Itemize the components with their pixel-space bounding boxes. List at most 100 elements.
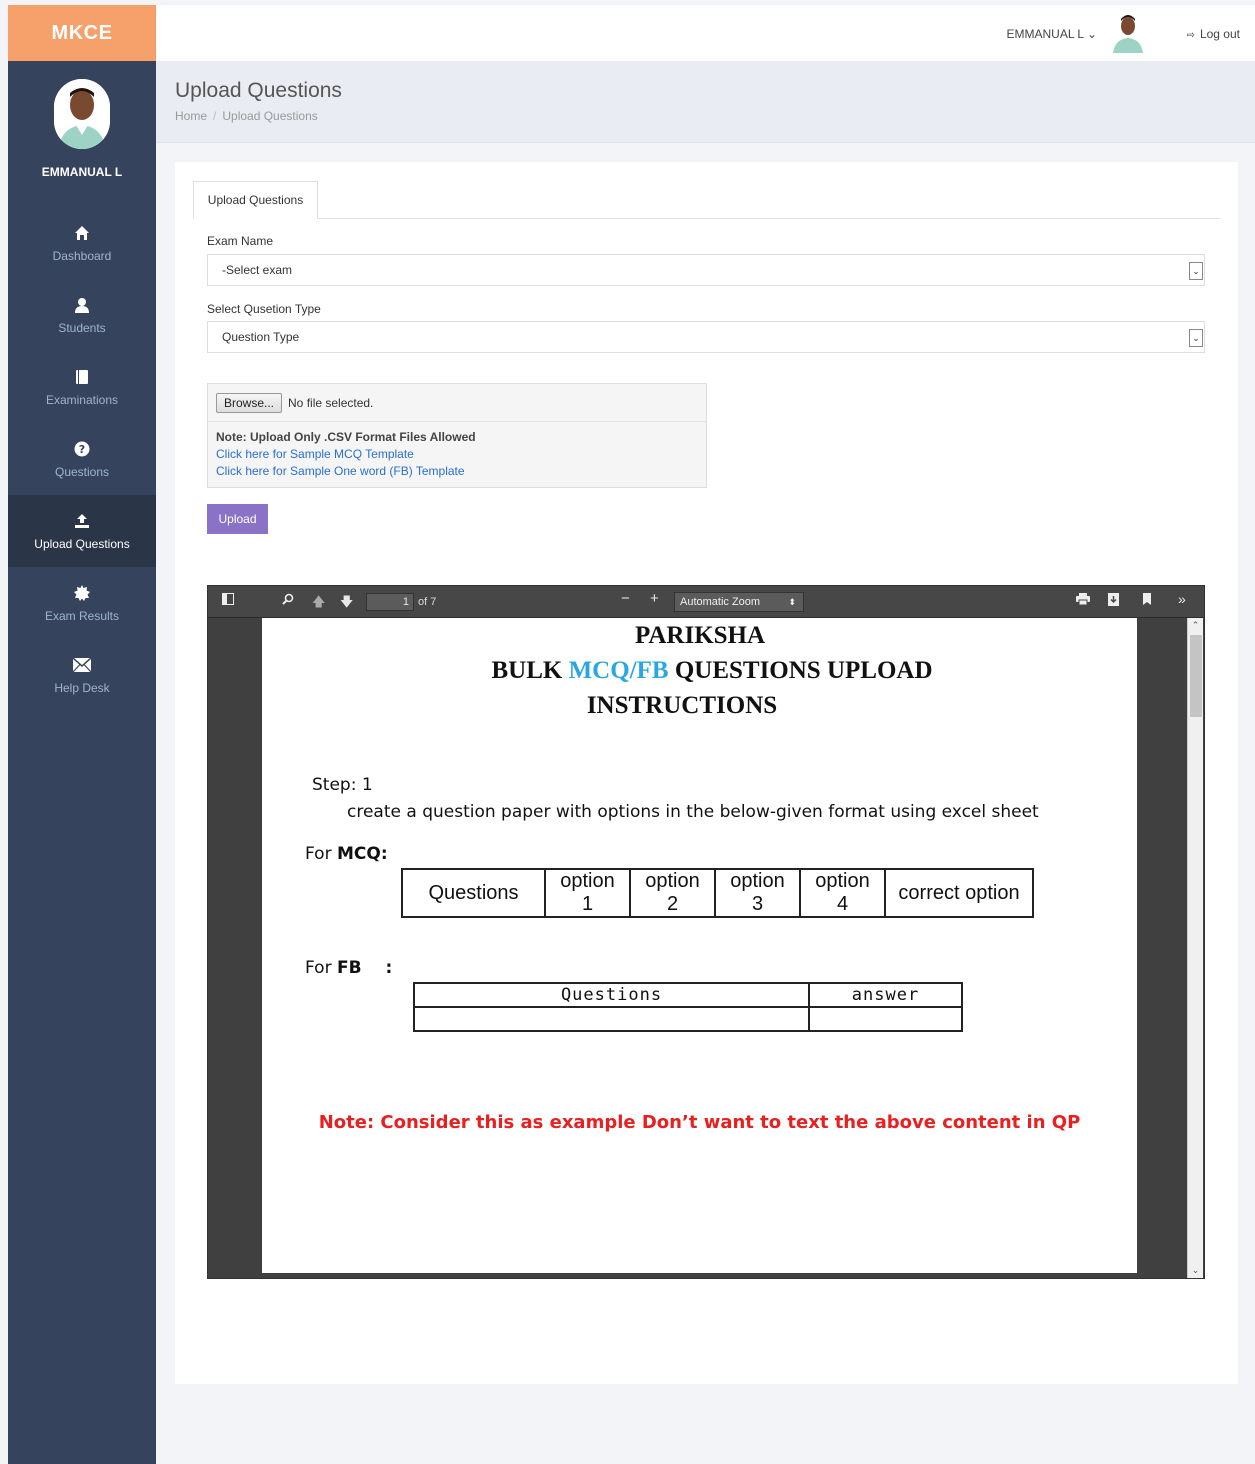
brand-logo[interactable]: MKCE	[8, 5, 156, 61]
exam-select-value: -Select exam	[222, 263, 293, 277]
upload-note-area: Note: Upload Only .CSV Format Files Allo…	[208, 422, 706, 487]
doc-for-mcq-bold: MCQ:	[336, 844, 388, 864]
doc-for-fb-prefix: For	[305, 958, 337, 978]
bookmark-icon[interactable]	[1143, 593, 1151, 608]
user-icon	[74, 295, 90, 315]
doc-for-mcq: For MCQ:	[305, 844, 388, 864]
scroll-thumb[interactable]	[1190, 635, 1202, 717]
question-type-label: Select Qusetion Type	[207, 302, 321, 316]
doc-title-line2: BULK MCQ/FB QUESTIONS UPLOAD	[292, 657, 1132, 685]
table-row	[413, 1006, 963, 1032]
doc-title-line3: INSTRUCTIONS	[586, 692, 778, 719]
file-input-row: Browse... No file selected.	[208, 384, 706, 422]
upload-button[interactable]: Upload	[207, 504, 268, 534]
doc-title-highlight: MCQ/FB	[568, 657, 669, 684]
page-number-input[interactable]: 1	[366, 593, 414, 611]
doc-for-fb-bold: FB	[336, 958, 362, 978]
home-icon	[74, 223, 90, 243]
sidebar-item-label: Students	[58, 321, 106, 335]
mcq-header-cell: option 3	[714, 868, 801, 918]
doc-for-mcq-prefix: For	[305, 844, 337, 864]
sample-mcq-template-link[interactable]: Click here for Sample MCQ Template	[216, 446, 698, 463]
doc-step-heading: Step: 1	[312, 775, 373, 795]
download-icon[interactable]	[1108, 593, 1119, 609]
table-row: Questions option 1 option 2 option 3 opt…	[401, 868, 1034, 918]
page-header: Upload Questions Home / Upload Questions	[156, 61, 1255, 143]
file-upload-box: Browse... No file selected. Note: Upload…	[207, 383, 707, 488]
logout-link[interactable]: ⇨ Log out	[1187, 27, 1240, 41]
fb-header-cell: Questions	[413, 982, 810, 1008]
page-count: of 7	[418, 596, 437, 608]
question-type-value: Question Type	[222, 330, 300, 344]
certificate-icon	[74, 583, 90, 603]
sidebar-item-students[interactable]: Students	[8, 279, 156, 351]
chevron-down-icon: ⌄	[1189, 329, 1203, 347]
pdf-scrollbar[interactable]: ⌃ ⌄	[1187, 618, 1203, 1278]
previous-page-icon[interactable]: 🡅	[312, 593, 325, 615]
sidebar-item-questions[interactable]: ? Questions	[8, 423, 156, 495]
avatar[interactable]	[1109, 13, 1147, 53]
question-type-select[interactable]: Question Type ⌄	[207, 321, 1205, 353]
mcq-format-table: Questions option 1 option 2 option 3 opt…	[401, 868, 1034, 918]
fb-header-cell: answer	[808, 982, 963, 1008]
sidebar-item-examinations[interactable]: Examinations	[8, 351, 156, 423]
sidebar-item-upload-questions[interactable]: Upload Questions	[8, 495, 156, 567]
upload-icon	[74, 511, 90, 531]
tab-upload-questions[interactable]: Upload Questions	[193, 181, 318, 219]
file-status: No file selected.	[288, 395, 374, 410]
doc-note: Note: Consider this as example Don’t wan…	[318, 1112, 1081, 1133]
sidebar-toggle-icon[interactable]	[222, 593, 234, 608]
sidebar-profile: EMMANUAL L	[8, 61, 156, 179]
sidebar-item-exam-results[interactable]: Exam Results	[8, 567, 156, 639]
zoom-value: Automatic Zoom	[680, 596, 761, 608]
sidebar-item-label: Exam Results	[44, 609, 120, 623]
next-page-icon[interactable]: 🡇	[340, 593, 353, 615]
question-icon: ?	[74, 439, 90, 459]
mcq-header-cell: option 4	[799, 868, 886, 918]
exam-select[interactable]: -Select exam ⌄	[207, 254, 1205, 286]
sidebar-item-label: Examinations	[45, 393, 119, 407]
exam-name-label: Exam Name	[207, 234, 274, 248]
user-menu[interactable]: EMMANUAL L ⌄	[1006, 27, 1097, 41]
mcq-header-cell: option 2	[629, 868, 716, 918]
envelope-icon	[73, 655, 91, 675]
sidebar-item-dashboard[interactable]: Dashboard	[8, 207, 156, 279]
breadcrumb: Home / Upload Questions	[175, 109, 318, 123]
pdf-viewer: 🡅 🡇 1 of 7 − + Automatic Zoom ⬍ » PARIKS…	[207, 585, 1205, 1279]
book-icon	[75, 367, 89, 387]
doc-for-fb-colon: :	[385, 958, 393, 978]
browse-button[interactable]: Browse...	[216, 392, 283, 413]
sidebar-item-help-desk[interactable]: Help Desk	[8, 639, 156, 711]
chevron-down-icon: ⬍	[788, 597, 796, 607]
sidebar-item-label: Upload Questions	[34, 537, 130, 551]
breadcrumb-separator: /	[213, 109, 217, 123]
pdf-toolbar: 🡅 🡇 1 of 7 − + Automatic Zoom ⬍ »	[208, 586, 1204, 618]
print-icon[interactable]	[1076, 593, 1090, 608]
zoom-out-icon[interactable]: −	[621, 590, 630, 607]
sample-fb-template-link[interactable]: Click here for Sample One word (FB) Temp…	[216, 463, 698, 480]
mcq-header-cell: correct option	[884, 868, 1034, 918]
scroll-down-icon[interactable]: ⌄	[1188, 1263, 1203, 1278]
breadcrumb-current: Upload Questions	[222, 109, 318, 123]
zoom-select[interactable]: Automatic Zoom ⬍	[674, 592, 804, 612]
scroll-up-icon[interactable]: ⌃	[1188, 618, 1203, 633]
tab-strip: Upload Questions	[193, 181, 1219, 219]
svg-text:?: ?	[79, 443, 85, 456]
doc-for-fb: For FB:	[305, 958, 392, 978]
mcq-header-cell: Questions	[401, 868, 546, 918]
zoom-in-icon[interactable]: +	[650, 590, 659, 607]
sidebar: MKCE EMMANUAL L Dashboard Students Exami…	[8, 5, 156, 1464]
tools-chevron-icon[interactable]: »	[1178, 591, 1186, 607]
sidebar-nav: Dashboard Students Examinations ? Questi…	[8, 207, 156, 711]
profile-name: EMMANUAL L	[41, 165, 123, 179]
sidebar-item-label: Questions	[54, 465, 110, 479]
fb-empty-cell	[413, 1006, 810, 1032]
pdf-page: PARIKSHA BULK MCQ/FB QUESTIONS UPLOAD IN…	[262, 618, 1137, 1273]
search-icon[interactable]	[282, 593, 294, 608]
table-row: Questions answer	[413, 982, 963, 1008]
doc-title-line1: PARIKSHA	[634, 622, 766, 649]
page-title: Upload Questions	[175, 79, 342, 102]
breadcrumb-home[interactable]: Home	[175, 109, 207, 123]
upload-note: Note: Upload Only .CSV Format Files Allo…	[216, 430, 476, 444]
fb-format-table: Questions answer	[413, 982, 963, 1032]
